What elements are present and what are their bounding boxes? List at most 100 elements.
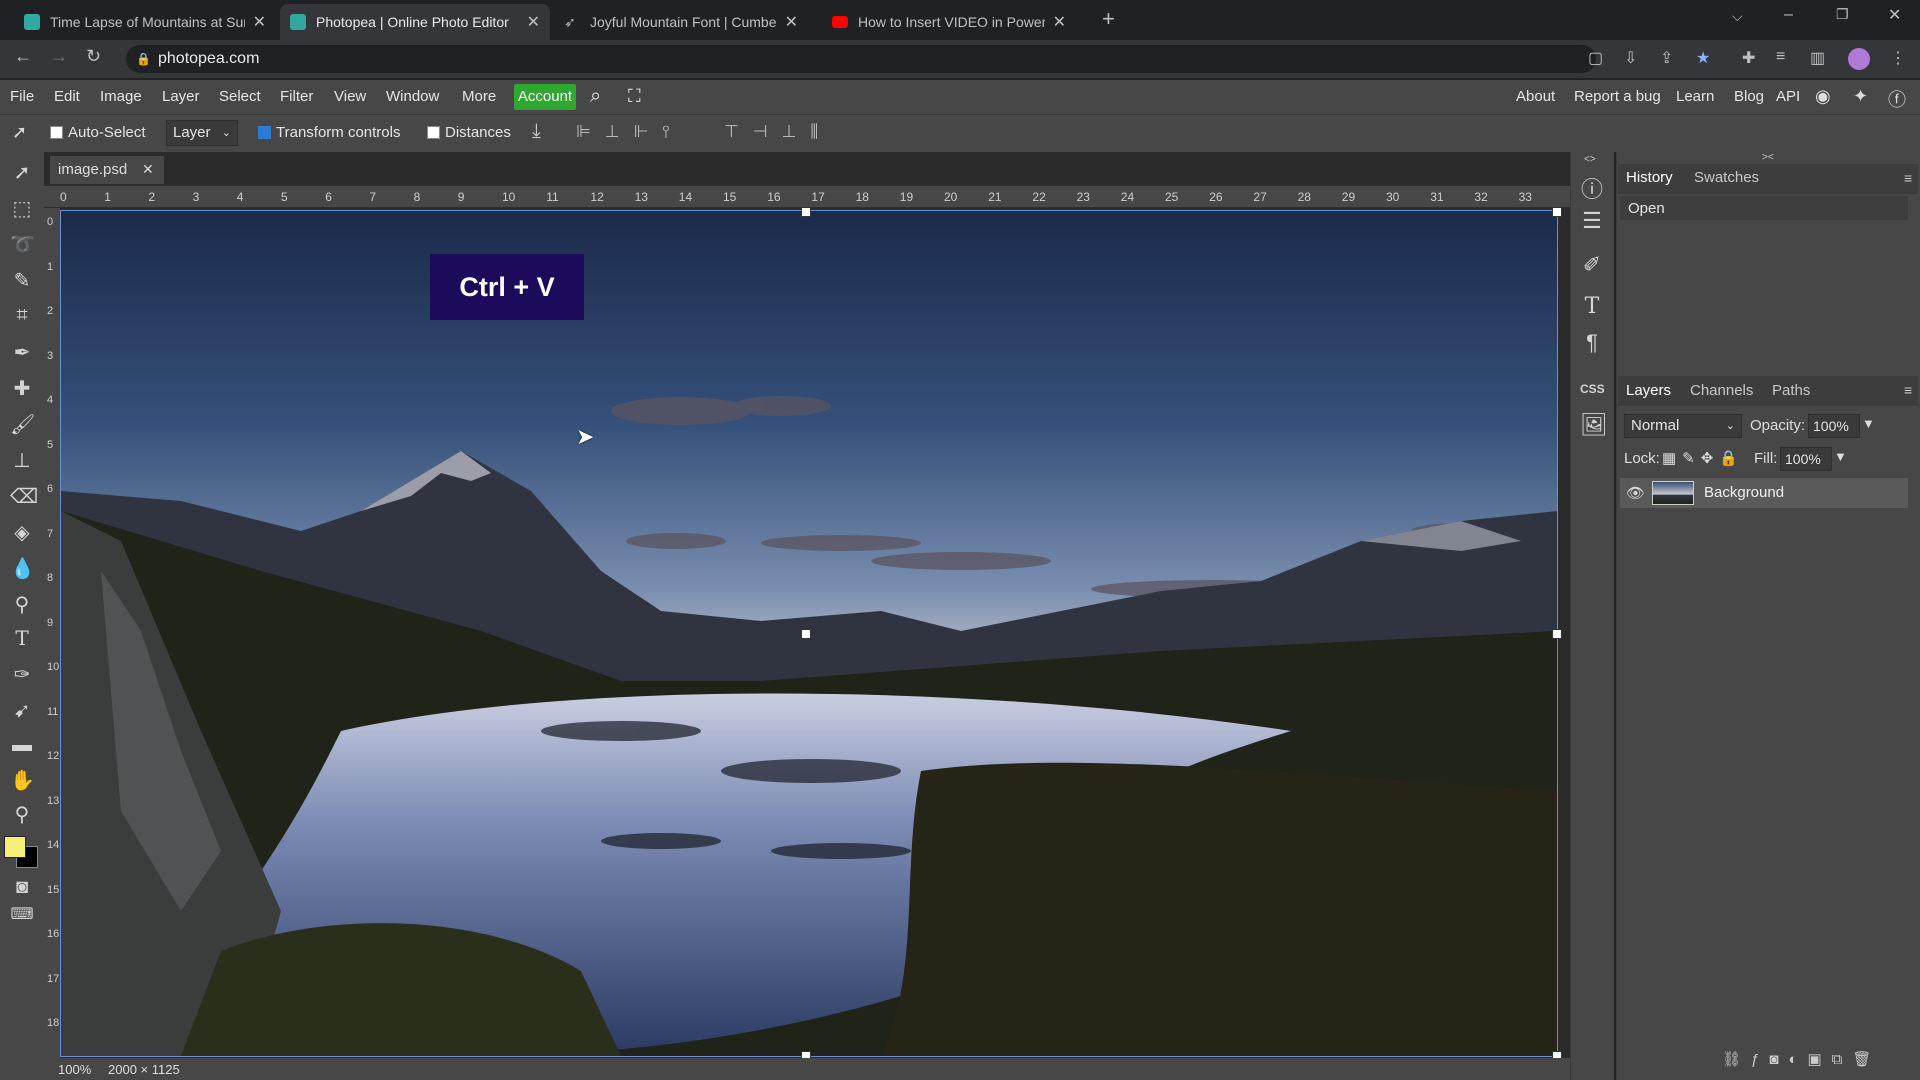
collapse-panel-icon[interactable]: >< xyxy=(1762,152,1774,163)
eye-icon[interactable]: 👁 xyxy=(1626,484,1645,502)
transform-handle[interactable] xyxy=(1552,629,1562,639)
rectangle-tool-icon[interactable]: ▬ xyxy=(10,734,34,757)
close-icon[interactable]: ✕ xyxy=(253,12,266,32)
menu-window[interactable]: Window xyxy=(386,88,439,105)
download-icon[interactable]: ⤓ xyxy=(532,120,541,143)
blend-mode-select[interactable]: Normal ⌄ xyxy=(1624,414,1742,438)
crop-tool-icon[interactable]: ⌗ xyxy=(10,304,34,327)
hand-tool-icon[interactable]: ✋ xyxy=(10,768,35,793)
zoom-tool-icon[interactable]: ⚲ xyxy=(10,802,34,827)
avatar[interactable] xyxy=(1848,48,1870,70)
layer-select[interactable]: Layer ⌄ xyxy=(166,120,238,146)
panel-menu-icon[interactable]: ≡ xyxy=(1904,170,1912,186)
search-icon[interactable]: ⌕ xyxy=(590,85,601,108)
tab-paths[interactable]: Paths xyxy=(1772,382,1810,399)
lock-options-icon[interactable]: ▦✎✥🔒 xyxy=(1662,449,1744,467)
menu-filter[interactable]: Filter xyxy=(280,88,313,105)
tab-swatches[interactable]: Swatches xyxy=(1694,169,1759,186)
menu-report-bug[interactable]: Report a bug xyxy=(1574,88,1661,105)
menu-blog[interactable]: Blog xyxy=(1734,88,1764,105)
address-bar[interactable]: 🔒 photopea.com xyxy=(126,45,1596,73)
css-icon[interactable]: CSS xyxy=(1580,382,1605,396)
transform-handle[interactable] xyxy=(1552,207,1562,217)
layer-row[interactable]: 👁 Background xyxy=(1620,478,1908,508)
keyboard-icon[interactable]: ⌨ xyxy=(10,904,34,924)
browser-tab[interactable]: Time Lapse of Mountains at Sun ✕ xyxy=(14,4,276,40)
browser-tab-active[interactable]: Photopea | Online Photo Editor ✕ xyxy=(280,4,550,40)
new-tab-icon[interactable]: + xyxy=(1102,6,1115,32)
auto-select-checkbox[interactable] xyxy=(50,126,63,139)
close-icon[interactable]: ✕ xyxy=(142,161,154,178)
align-icons[interactable]: ⊫⊥⊩⫯ xyxy=(576,122,684,142)
quick-select-icon[interactable]: ✎ xyxy=(10,268,34,293)
tab-history[interactable]: History xyxy=(1626,169,1673,186)
close-icon[interactable]: ✕ xyxy=(785,12,798,32)
history-item[interactable]: Open xyxy=(1620,196,1908,220)
info-icon[interactable]: ⓘ xyxy=(1580,172,1604,204)
zoom-level[interactable]: 100% xyxy=(58,1062,91,1077)
restore-icon[interactable]: ❐ xyxy=(1836,6,1849,23)
tab-channels[interactable]: Channels xyxy=(1690,382,1753,399)
transform-handle[interactable] xyxy=(801,207,811,217)
menu-api[interactable]: API xyxy=(1776,88,1800,105)
close-icon[interactable]: ✕ xyxy=(1053,12,1066,32)
opacity-dropdown-icon[interactable]: ▼ xyxy=(1862,416,1875,431)
share-icon[interactable]: ⇪ xyxy=(1660,48,1673,68)
opacity-input[interactable]: 100% xyxy=(1808,414,1860,438)
document-tab[interactable]: image.psd ✕ xyxy=(50,156,164,184)
clipboard-icon[interactable]: ▢ xyxy=(1588,48,1603,68)
path-select-icon[interactable]: ➹ xyxy=(10,698,34,723)
adjustments-icon[interactable]: ☰ xyxy=(1580,208,1604,234)
menu-about[interactable]: About xyxy=(1516,88,1555,105)
transform-controls-checkbox[interactable] xyxy=(258,126,271,139)
fullscreen-icon[interactable]: ⛶ xyxy=(628,86,641,107)
fill-input[interactable]: 100% xyxy=(1780,447,1832,471)
fill-dropdown-icon[interactable]: ▼ xyxy=(1834,449,1847,464)
brush-settings-icon[interactable]: ✐ xyxy=(1580,252,1604,278)
browser-tab[interactable]: How to Insert VIDEO in PowerPo ✕ xyxy=(822,4,1076,40)
browser-tab[interactable]: ➶ Joyful Mountain Font | Cumberla ✕ xyxy=(554,4,808,40)
type-tool-icon[interactable]: T xyxy=(10,626,34,650)
account-button[interactable]: Account xyxy=(514,84,576,110)
paint-bucket-icon[interactable]: ◈ xyxy=(10,520,34,545)
menu-more[interactable]: More xyxy=(462,88,496,105)
facebook-icon[interactable]: ⓕ xyxy=(1888,86,1906,112)
menu-select[interactable]: Select xyxy=(219,88,261,105)
more-menu-icon[interactable]: ⋮ xyxy=(1890,48,1906,68)
reload-icon[interactable]: ↻ xyxy=(86,46,101,67)
install-icon[interactable]: ⇩ xyxy=(1624,48,1637,68)
tab-search-icon[interactable]: ⌵ xyxy=(1732,8,1743,25)
panel-menu-icon[interactable]: ≡ xyxy=(1904,382,1912,398)
star-icon[interactable]: ★ xyxy=(1696,48,1710,68)
healing-brush-icon[interactable]: ✚ xyxy=(10,376,34,401)
sidepanel-icon[interactable]: ▥ xyxy=(1810,48,1825,68)
paragraph-icon[interactable]: ¶ xyxy=(1580,330,1604,356)
window-close-icon[interactable]: ✕ xyxy=(1888,5,1901,25)
pen-tool-icon[interactable]: ✑ xyxy=(10,662,34,687)
close-icon[interactable]: ✕ xyxy=(527,12,540,32)
dodge-tool-icon[interactable]: ⚲ xyxy=(10,592,34,617)
menu-image[interactable]: Image xyxy=(100,88,142,105)
distribute-icons[interactable]: ⊤⊣⊥⫼ xyxy=(724,122,832,142)
character-icon[interactable]: T xyxy=(1580,294,1604,319)
menu-view[interactable]: View xyxy=(334,88,366,105)
image-icon[interactable]: 🖼 xyxy=(1580,412,1608,438)
lasso-tool-icon[interactable]: ➰ xyxy=(10,232,35,257)
extensions-icon[interactable]: ✚ xyxy=(1742,48,1755,68)
eraser-tool-icon[interactable]: ⌫ xyxy=(10,484,38,509)
quick-mask-icon[interactable]: ◙ xyxy=(10,876,34,899)
eyedropper-icon[interactable]: ✒ xyxy=(10,340,34,365)
stamp-tool-icon[interactable]: ⊥ xyxy=(10,448,34,473)
menu-edit[interactable]: Edit xyxy=(54,88,80,105)
marquee-tool-icon[interactable]: ⬚ xyxy=(10,196,34,221)
tab-layers[interactable]: Layers xyxy=(1626,382,1671,399)
back-icon[interactable]: ← xyxy=(14,46,32,67)
move-tool-icon[interactable]: ➚ xyxy=(10,160,34,185)
menu-layer[interactable]: Layer xyxy=(162,88,200,105)
distances-checkbox[interactable] xyxy=(427,126,440,139)
twitter-icon[interactable]: ✦ xyxy=(1853,86,1868,107)
reading-list-icon[interactable]: ≡ xyxy=(1776,48,1785,66)
forward-icon[interactable]: → xyxy=(50,46,68,67)
minimize-icon[interactable]: – xyxy=(1784,6,1793,24)
menu-learn[interactable]: Learn xyxy=(1676,88,1714,105)
